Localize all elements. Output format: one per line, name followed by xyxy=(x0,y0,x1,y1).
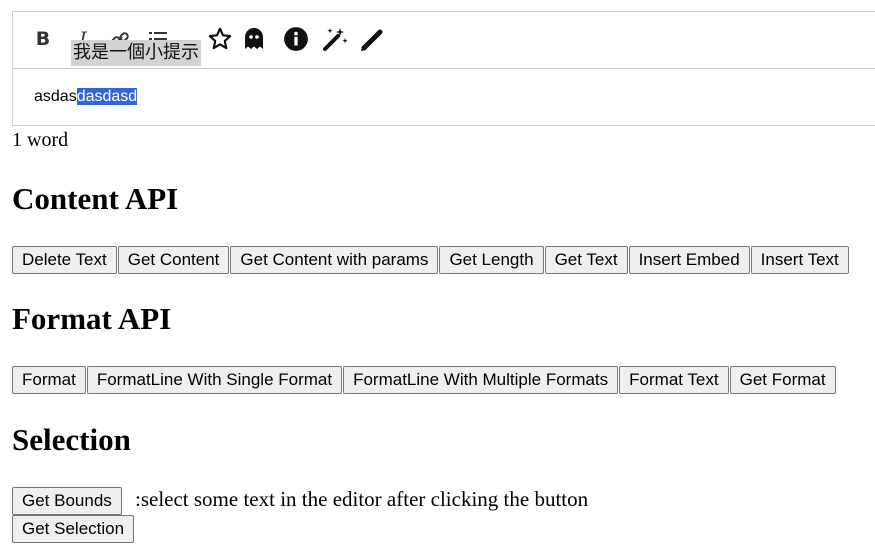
editor-content[interactable]: asdasdasdasd xyxy=(34,85,138,109)
get-selection-row: Get Selection xyxy=(12,515,135,543)
selection-heading: Selection xyxy=(12,422,131,457)
content-api-buttons: Delete Text Get Content Get Content with… xyxy=(12,246,850,274)
format-api-buttons: Format FormatLine With Single Format For… xyxy=(12,366,837,394)
insert-embed-button[interactable]: Insert Embed xyxy=(628,246,750,274)
formatline-single-button[interactable]: FormatLine With Single Format xyxy=(86,366,343,394)
info-button[interactable] xyxy=(281,24,311,54)
insert-text-button[interactable]: Insert Text xyxy=(750,246,849,274)
magic-wand-icon xyxy=(323,28,348,51)
content-api-heading: Content API xyxy=(12,181,179,216)
editor-text: asdas xyxy=(34,88,77,105)
star-button[interactable] xyxy=(205,24,235,54)
magic-wand-button[interactable] xyxy=(320,24,350,54)
ghost-icon xyxy=(245,28,263,49)
formatline-multiple-button[interactable]: FormatLine With Multiple Formats xyxy=(343,366,619,394)
tooltip: 我是一個小提示 xyxy=(71,40,201,66)
get-selection-button[interactable]: Get Selection xyxy=(12,515,135,543)
format-button[interactable]: Format xyxy=(12,366,86,394)
bold-icon: B xyxy=(35,28,51,50)
star-icon xyxy=(208,27,232,50)
editor-selected-text: dasdasd xyxy=(76,88,138,105)
get-text-button[interactable]: Get Text xyxy=(544,246,628,274)
get-format-button[interactable]: Get Format xyxy=(729,366,836,394)
get-content-button[interactable]: Get Content xyxy=(117,246,230,274)
get-bounds-button[interactable]: Get Bounds xyxy=(12,487,122,515)
get-bounds-row: Get Bounds xyxy=(12,487,123,515)
pen-icon xyxy=(361,29,383,51)
selection-hint: :select some text in the editor after cl… xyxy=(135,487,589,511)
delete-text-button[interactable]: Delete Text xyxy=(12,246,117,274)
format-api-heading: Format API xyxy=(12,301,172,336)
rich-text-editor[interactable]: B I 我是一個小提示 asdasdasdasd xyxy=(12,11,875,126)
get-content-with-params-button[interactable]: Get Content with params xyxy=(230,246,439,274)
pen-button[interactable] xyxy=(358,24,388,54)
bold-button[interactable]: B xyxy=(28,24,58,54)
editor-toolbar: B I 我是一個小提示 xyxy=(13,12,875,69)
format-text-button[interactable]: Format Text xyxy=(619,366,729,394)
ghost-button[interactable] xyxy=(239,24,269,54)
get-length-button[interactable]: Get Length xyxy=(439,246,544,274)
info-icon xyxy=(284,27,308,51)
word-count: 1 word xyxy=(12,129,69,151)
